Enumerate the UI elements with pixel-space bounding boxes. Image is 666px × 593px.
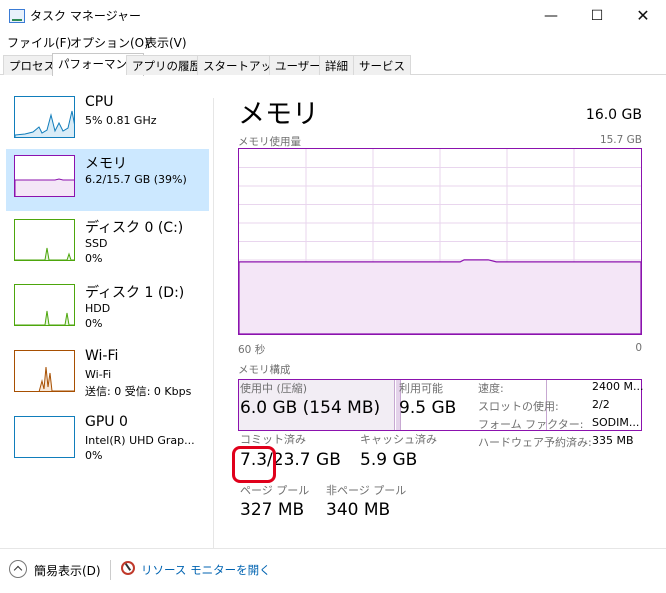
sidebar-item-label: CPU <box>85 94 114 110</box>
paged-pool-label: ページ プール <box>240 484 310 497</box>
performance-panel: CPU 5% 0.81 GHz メモリ 6.2/15.7 GB (39%) ディ… <box>0 76 666 548</box>
close-button[interactable]: ✕ <box>620 0 666 31</box>
speed-label: 速度: <box>478 382 504 395</box>
committed-label: コミット済み <box>240 433 306 446</box>
paged-pool-value: 327 MB <box>240 500 305 520</box>
resource-monitor-icon[interactable] <box>121 561 135 575</box>
window-title: タスク マネージャー <box>30 9 141 23</box>
sidebar-item-detail: Intel(R) UHD Grap... <box>85 434 195 447</box>
slots-label: スロットの使用: <box>478 400 559 413</box>
nonpaged-pool-label: 非ページ プール <box>326 484 407 497</box>
footer-bar: 簡易表示(D) リソース モニターを開く <box>0 548 666 593</box>
available-label: 利用可能 <box>399 382 443 395</box>
hardware-reserved-value: 335 MB <box>592 434 634 447</box>
disk1-thumbnail-graph <box>14 284 75 326</box>
menu-view[interactable]: 表示(V) <box>145 34 187 51</box>
sidebar-item-detail: 5% 0.81 GHz <box>85 114 157 127</box>
sidebar-item-label: メモリ <box>85 156 127 172</box>
sidebar-item-label: ディスク 1 (D:) <box>85 285 185 301</box>
nonpaged-pool-value: 340 MB <box>326 500 391 520</box>
maximize-button[interactable]: ☐ <box>574 0 620 31</box>
minimize-button[interactable]: — <box>528 0 574 31</box>
sidebar-item-detail: HDD <box>85 302 111 315</box>
in-use-value: 6.0 GB (154 MB) <box>240 398 381 418</box>
sidebar-item-label: ディスク 0 (C:) <box>85 220 184 236</box>
open-resource-monitor-link[interactable]: リソース モニターを開く <box>141 562 271 578</box>
time-axis-start: 60 秒 <box>238 344 266 356</box>
resource-list: CPU 5% 0.81 GHz メモリ 6.2/15.7 GB (39%) ディ… <box>0 76 212 548</box>
memory-usage-graph <box>238 148 642 335</box>
time-axis-end: 0 <box>635 342 642 354</box>
tab-details[interactable]: 詳細 <box>319 55 354 75</box>
sidebar-item-label: Wi-Fi <box>85 348 119 364</box>
hardware-reserved-label: ハードウェア予約済み: <box>478 436 592 449</box>
available-value: 9.5 GB <box>399 398 457 418</box>
cached-value: 5.9 GB <box>360 450 418 470</box>
sidebar-item-label: GPU 0 <box>85 414 128 430</box>
sidebar-item-detail: Wi-Fi <box>85 368 112 381</box>
tab-app-history[interactable]: アプリの履歴 <box>126 55 207 75</box>
memory-detail: メモリ 16.0 GB メモリ使用量 15.7 GB 60 秒 0 メモリ構成 … <box>232 76 644 548</box>
annotation-highlight <box>232 446 276 483</box>
sidebar-item-detail: SSD <box>85 237 108 250</box>
slots-value: 2/2 <box>592 398 610 411</box>
memory-total: 16.0 GB <box>585 107 642 123</box>
task-manager-icon <box>9 9 25 23</box>
sidebar-item-value: 0% <box>85 252 103 265</box>
footer-divider <box>110 560 111 580</box>
menu-file[interactable]: ファイル(F) <box>7 34 71 51</box>
gpu-thumbnail-graph <box>14 416 75 458</box>
sidebar-item-gpu[interactable]: GPU 0 Intel(R) UHD Grap... 0% <box>6 410 209 472</box>
sidebar-item-disk-1[interactable]: ディスク 1 (D:) HDD 0% <box>6 278 209 340</box>
cpu-thumbnail-graph <box>14 96 75 138</box>
form-factor-label: フォーム ファクター: <box>478 418 584 431</box>
usage-graph-label: メモリ使用量 <box>238 136 301 148</box>
in-use-label: 使用中 (圧縮) <box>240 382 308 395</box>
tab-services[interactable]: サービス <box>353 55 411 75</box>
sidebar-item-value: 0% <box>85 317 103 330</box>
sidebar-item-memory[interactable]: メモリ 6.2/15.7 GB (39%) <box>6 149 209 211</box>
composition-label: メモリ構成 <box>238 364 291 376</box>
usage-graph-max: 15.7 GB <box>599 134 642 146</box>
chevron-up-icon[interactable] <box>9 560 27 578</box>
usage-area <box>239 259 641 334</box>
sidebar-item-wifi[interactable]: Wi-Fi Wi-Fi 送信: 0 受信: 0 Kbps <box>6 344 209 406</box>
menu-options[interactable]: オプション(O) <box>70 34 149 51</box>
title-bar: タスク マネージャー — ☐ ✕ <box>0 0 666 31</box>
tab-strip: プロセス パフォーマンス アプリの履歴 スタートアップ ユーザー 詳細 サービス <box>0 53 666 76</box>
form-factor-value: SODIM... <box>592 416 640 429</box>
sidebar-item-detail: 6.2/15.7 GB (39%) <box>85 173 187 186</box>
fewer-details-button[interactable]: 簡易表示(D) <box>34 562 101 579</box>
menu-bar: ファイル(F) オプション(O) 表示(V) <box>0 31 666 53</box>
sidebar-item-value: 送信: 0 受信: 0 Kbps <box>85 385 192 398</box>
wifi-thumbnail-graph <box>14 350 75 392</box>
sidebar-item-cpu[interactable]: CPU 5% 0.81 GHz <box>6 90 209 152</box>
speed-value: 2400 M... <box>592 380 644 393</box>
disk0-thumbnail-graph <box>14 219 75 261</box>
panel-divider <box>213 98 214 548</box>
sidebar-item-value: 0% <box>85 449 103 462</box>
memory-thumbnail-graph <box>14 155 75 197</box>
page-title: メモリ <box>238 99 319 130</box>
cached-label: キャッシュ済み <box>360 433 437 446</box>
sidebar-item-disk-0[interactable]: ディスク 0 (C:) SSD 0% <box>6 213 209 275</box>
